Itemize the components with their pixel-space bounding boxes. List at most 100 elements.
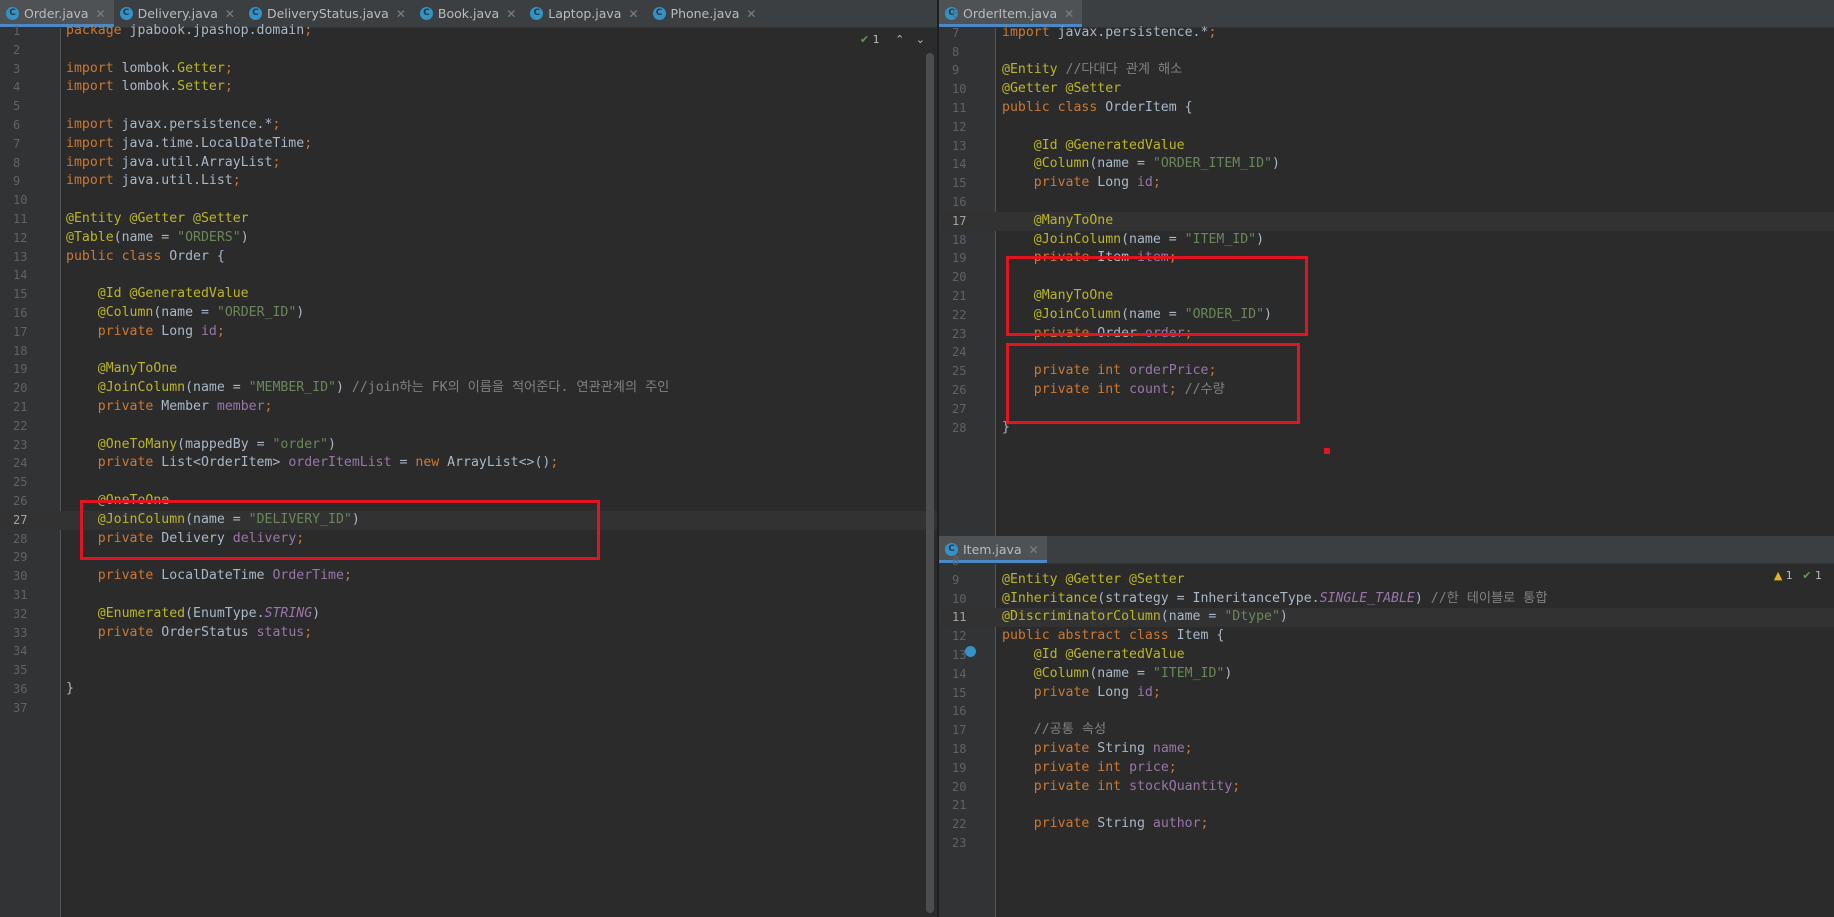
code-line[interactable]: 6 [939,5,1834,24]
code-line[interactable]: 16 @Column(name = "ORDER_ID") [0,304,937,323]
code-line[interactable]: 15 @Id @GeneratedValue [0,285,937,304]
code-line[interactable]: 9 @Entity @Getter @Setter [939,571,1834,590]
code-line[interactable]: 18 [0,342,937,361]
code-text: public class OrderItem { [1002,100,1193,115]
code-line[interactable]: 13 @Id @GeneratedValue [939,646,1834,665]
chevron-up-icon[interactable]: ⌃ [895,33,904,46]
code-line[interactable]: 23 [939,834,1834,853]
code-line[interactable]: 11 public class OrderItem { [939,99,1834,118]
code-line[interactable]: 25 [0,473,937,492]
line-number: 7 [952,25,960,40]
line-number: 8 [952,554,960,568]
code-line[interactable]: 35 [0,661,937,680]
code-line[interactable]: 15 private Long id; [939,174,1834,193]
code-text: @OneToMany(mappedBy = "order") [97,436,336,452]
code-line[interactable]: 11 @Entity @Getter @Setter [0,210,937,229]
code-line[interactable]: 14 [0,266,937,285]
left-code-area[interactable]: 1 package jpabook.jpashop.domain; 2 3 import… [0,23,937,917]
code-line[interactable]: 5 [0,97,937,116]
close-icon[interactable]: ✕ [506,7,516,21]
code-line[interactable]: 17 private Long id; [0,323,937,342]
close-icon[interactable]: ✕ [96,7,106,21]
highlight-box-onetomany [80,500,600,560]
right-bottom-code-area[interactable]: 8 9 @Entity @Getter @Setter 10 @Inheritance(… [939,554,1834,917]
close-icon[interactable]: ✕ [225,7,235,21]
code-text: @Inheritance(strategy = InheritanceType.… [1002,590,1548,606]
inspection-widget[interactable]: ✔ 1 ⌃ ⌄ [860,33,925,46]
implementation-gutter-icon[interactable] [965,646,976,657]
code-line[interactable]: 23 @OneToMany(mappedBy = "order") [0,436,937,455]
warning-icon: ▲ [1773,569,1783,582]
line-number: 14 [13,268,28,283]
code-line[interactable]: 30 private LocalDateTime OrderTime; [0,567,937,586]
code-line[interactable]: 10 @Getter @Setter [939,80,1834,99]
code-line[interactable]: 33 private OrderStatus status; [0,624,937,643]
code-line[interactable]: 32 @Enumerated(EnumType.STRING) [0,605,937,624]
code-line[interactable]: 17 //공통 속성 [939,721,1834,740]
code-line[interactable]: 13 @Id @GeneratedValue [939,137,1834,156]
left-scrollbar[interactable] [926,53,934,913]
code-line[interactable]: 19 @ManyToOne [0,360,937,379]
code-line[interactable]: 14 @Column(name = "ITEM_ID") [939,665,1834,684]
code-line[interactable]: 16 [939,702,1834,721]
close-icon[interactable]: ✕ [746,7,756,21]
code-line[interactable]: 7 import javax.persistence.*; [939,24,1834,43]
highlight-box-order [1006,343,1300,424]
code-line[interactable]: 20 private int stockQuantity; [939,778,1834,797]
tab-label: Laptop.java [548,6,622,21]
code-line[interactable]: 15 private Long id; [939,684,1834,703]
close-icon[interactable]: ✕ [628,7,638,21]
code-line[interactable]: 12 @Table(name = "ORDERS") [0,229,937,248]
code-line[interactable]: 34 [0,642,937,661]
code-text: @Getter @Setter [1002,81,1122,97]
code-line[interactable]: 24 private List<OrderItem> orderItemList… [0,454,937,473]
line-number: 22 [952,817,967,832]
code-line[interactable]: 2 [0,41,937,60]
inspection-widget[interactable]: ▲ 1 ✔ 1 [1774,569,1822,582]
line-number: 28 [13,531,28,546]
code-line[interactable]: 8 [939,552,1834,571]
code-line[interactable]: 19 private int price; [939,759,1834,778]
code-line[interactable]: 9 import java.util.List; [0,172,937,191]
line-number: 25 [952,364,967,379]
code-line[interactable]: 11 @DiscriminatorColumn(name = "Dtype") [939,608,1834,628]
code-line[interactable]: 16 [939,193,1834,212]
code-line[interactable]: 36} [0,680,937,699]
code-line[interactable]: 22 private String author; [939,815,1834,834]
tab-label: Phone.java [670,6,740,21]
code-line[interactable]: 20 @JoinColumn(name = "MEMBER_ID") //joi… [0,379,937,398]
code-line[interactable]: 12 [939,118,1834,137]
code-line[interactable]: 10 @Inheritance(strategy = InheritanceTyp… [939,590,1834,609]
line-number: 17 [952,723,967,738]
close-icon[interactable]: ✕ [396,7,406,21]
code-text: public abstract class Item { [1002,628,1225,644]
code-line[interactable]: 10 [0,191,937,210]
line-number: 26 [952,383,967,397]
code-line[interactable]: 18 @JoinColumn(name = "ITEM_ID") [939,231,1834,250]
line-number: 6 [13,118,21,132]
code-line[interactable]: 22 [0,417,937,436]
code-line[interactable]: 6 import javax.persistence.*; [0,116,937,135]
code-line[interactable]: 3 import lombok.Getter; [0,60,937,79]
code-line[interactable]: 14 @Column(name = "ORDER_ITEM_ID") [939,155,1834,174]
line-number: 12 [952,629,967,644]
code-line[interactable]: 37 [0,699,937,718]
code-line[interactable]: 21 [939,796,1834,815]
code-line[interactable]: 17 @ManyToOne [939,211,1834,231]
code-line[interactable]: 1 package jpabook.jpashop.domain; [0,22,937,41]
chevron-down-icon[interactable]: ⌄ [916,33,925,46]
code-line[interactable]: 9 @Entity //다대다 관계 해소 [939,61,1834,80]
code-line[interactable]: 7 import java.time.LocalDateTime; [0,135,937,154]
line-number: 26 [13,494,28,508]
code-line[interactable]: 8 [939,43,1834,62]
code-line[interactable]: 31 [0,586,937,605]
code-line[interactable]: 8 import java.util.ArrayList; [0,154,937,173]
code-line[interactable]: 21 private Member member; [0,398,937,417]
code-line[interactable]: 12 public abstract class Item { [939,627,1834,646]
error-marker [1324,448,1330,454]
code-text: import lombok.Setter; [66,79,233,95]
code-line[interactable]: 4 import lombok.Setter; [0,78,937,97]
right-top-code-area[interactable]: 6 7 import javax.persistence.*; 8 9 @Entity /… [939,7,1834,536]
code-line[interactable]: 13 public class Order { [0,248,937,267]
code-line[interactable]: 18 private String name; [939,740,1834,759]
